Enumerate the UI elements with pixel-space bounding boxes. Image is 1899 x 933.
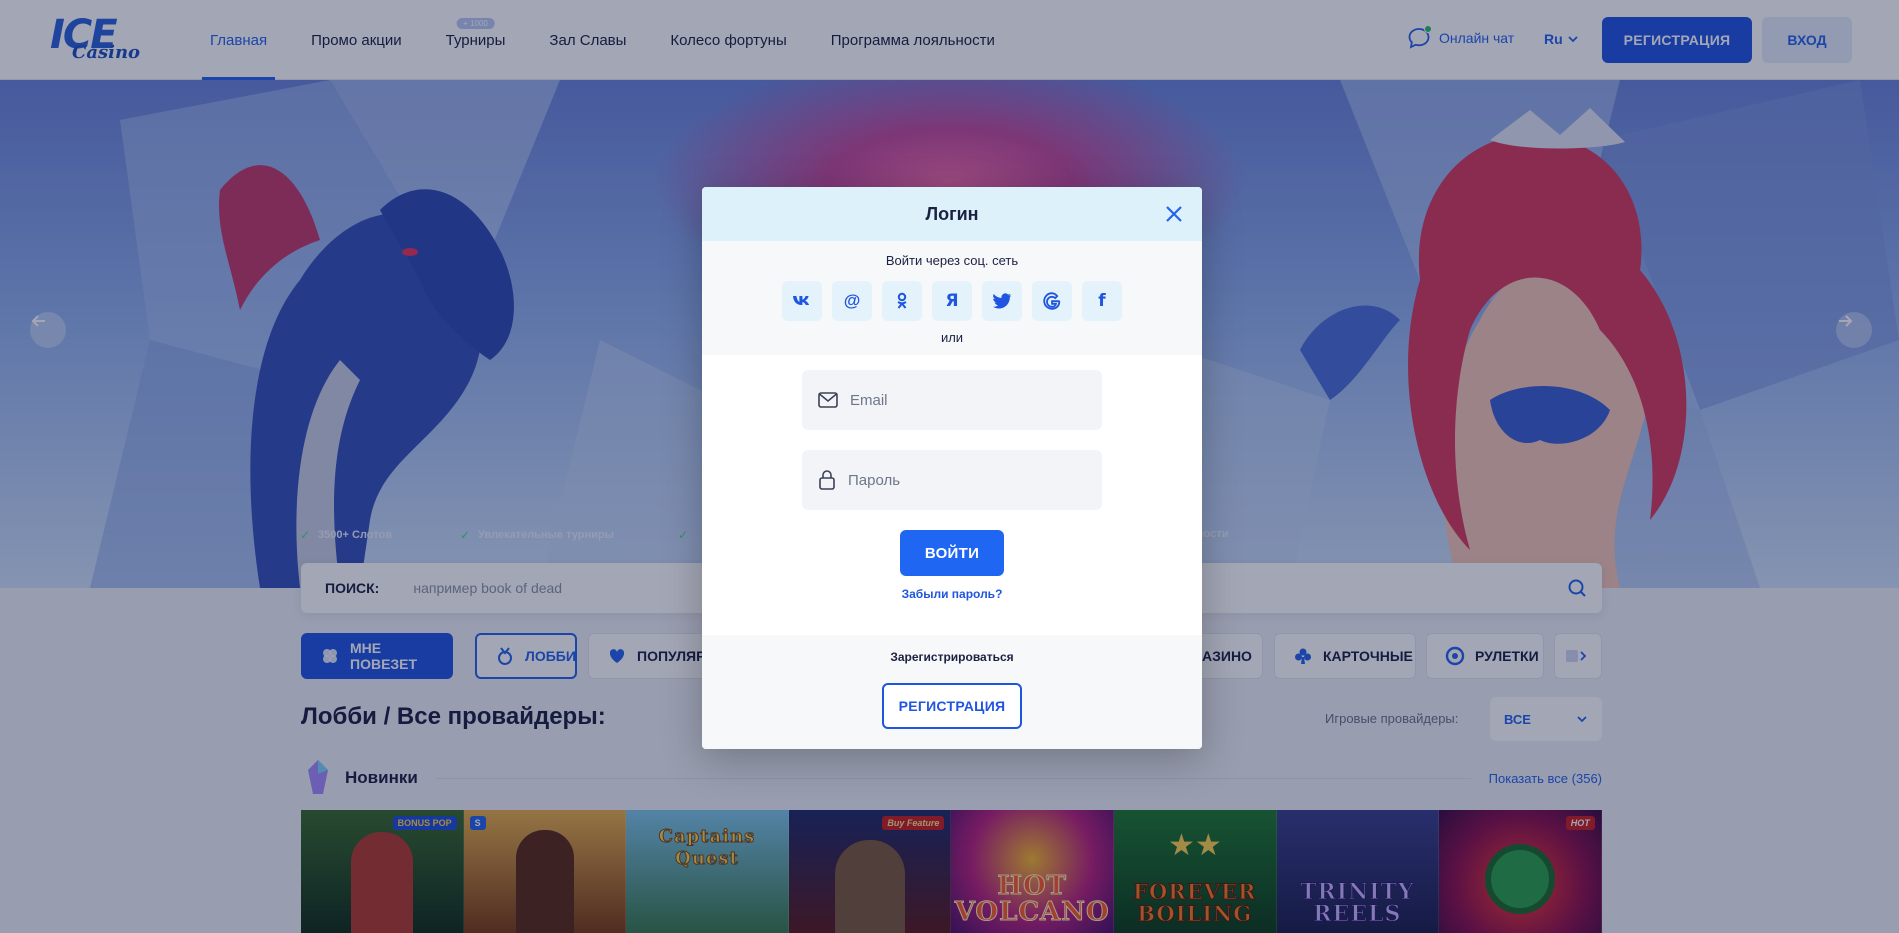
login-submit-button[interactable]: ВОЙТИ	[900, 530, 1004, 576]
email-input[interactable]	[850, 391, 1090, 409]
odnoklassniki-login-button[interactable]	[882, 281, 922, 321]
facebook-icon: f	[1098, 291, 1106, 311]
yandex-icon: Я	[945, 291, 959, 311]
twitter-icon	[993, 293, 1011, 309]
odnoklassniki-icon	[897, 292, 907, 309]
email-field[interactable]	[802, 370, 1102, 430]
google-icon	[1043, 292, 1061, 310]
password-input[interactable]	[848, 471, 1088, 489]
lock-icon	[819, 470, 835, 490]
twitter-login-button[interactable]	[982, 281, 1022, 321]
modal-title: Логин	[925, 203, 979, 224]
yandex-login-button[interactable]: Я	[932, 281, 972, 321]
vk-icon	[793, 296, 810, 305]
or-separator: или	[940, 330, 964, 345]
mail-icon: @	[843, 291, 861, 310]
social-caption: Войти через соц. сеть	[885, 253, 1019, 268]
vk-login-button[interactable]	[782, 281, 822, 321]
modal-register-block: Зарегистрироваться РЕГИСТРАЦИЯ	[702, 635, 1202, 749]
social-login-block: Войти через соц. сеть @ Я f или	[702, 241, 1202, 355]
mail-login-button[interactable]: @	[832, 281, 872, 321]
modal-register-button[interactable]: РЕГИСТРАЦИЯ	[882, 683, 1022, 729]
close-icon[interactable]	[1162, 202, 1186, 226]
login-modal: Логин Войти через соц. сеть @ Я f или Em…	[702, 187, 1202, 749]
envelope-icon	[818, 392, 838, 408]
facebook-login-button[interactable]: f	[1082, 281, 1122, 321]
modal-header: Логин	[702, 187, 1202, 241]
google-login-button[interactable]	[1032, 281, 1072, 321]
forgot-password-link[interactable]: Забыли пароль?	[702, 587, 1202, 601]
password-field[interactable]	[802, 450, 1102, 510]
social-buttons: @ Я f	[782, 281, 1122, 321]
register-caption: Зарегистрироваться	[890, 650, 1014, 664]
